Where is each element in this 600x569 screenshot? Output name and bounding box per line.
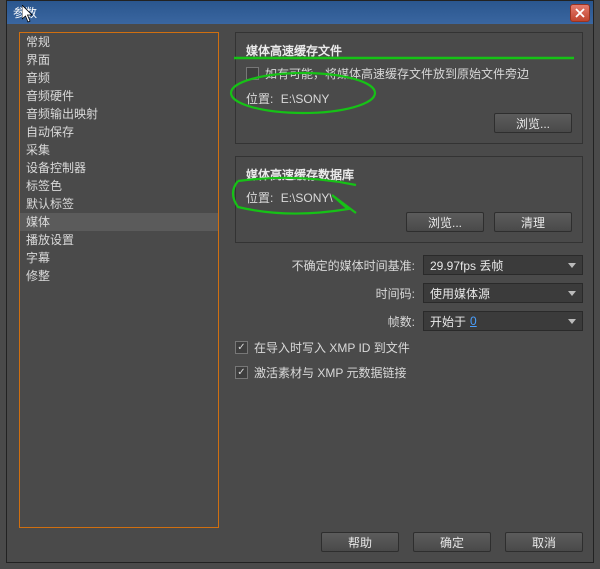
xmp-id-checkbox[interactable] — [235, 341, 248, 354]
sidebar-item-device-ctrl[interactable]: 设备控制器 — [20, 159, 218, 177]
sidebar-item-default-label[interactable]: 默认标签 — [20, 195, 218, 213]
close-icon — [575, 8, 585, 18]
frames-label: 帧数: — [388, 313, 415, 330]
xmp-link-checkbox[interactable] — [235, 366, 248, 379]
preferences-window: 参数 常规 界面 音频 音频硬件 音频输出映射 自动保存 采集 设备控制器 标签… — [6, 0, 594, 563]
dialog-body: 常规 界面 音频 音频硬件 音频输出映射 自动保存 采集 设备控制器 标签色 默… — [11, 28, 589, 558]
cache-files-location-value: E:\SONY — [281, 92, 330, 106]
window-title: 参数 — [13, 4, 570, 21]
timecode-label: 时间码: — [376, 285, 415, 302]
sidebar-item-trim[interactable]: 修整 — [20, 267, 218, 285]
sidebar-item-label-colors[interactable]: 标签色 — [20, 177, 218, 195]
cache-db-clean-button[interactable]: 清理 — [494, 212, 572, 232]
timebase-select[interactable]: 29.97fps 丢帧 — [423, 255, 583, 275]
cache-db-title: 媒体高速缓存数据库 — [246, 166, 572, 183]
sidebar-item-audio-out[interactable]: 音频输出映射 — [20, 105, 218, 123]
xmp-link-label: 激活素材与 XMP 元数据链接 — [254, 364, 406, 381]
sidebar-item-titles[interactable]: 字幕 — [20, 249, 218, 267]
main-panel: 媒体高速缓存文件 如有可能，将媒体高速缓存文件放到原始文件旁边 位置: E:\S… — [235, 32, 583, 516]
frames-select[interactable]: 开始于 0 — [423, 311, 583, 331]
cache-files-browse-button[interactable]: 浏览... — [494, 113, 572, 133]
sidebar-item-audio[interactable]: 音频 — [20, 69, 218, 87]
sidebar-item-media[interactable]: 媒体 — [20, 213, 218, 231]
titlebar[interactable]: 参数 — [7, 1, 593, 24]
cancel-button[interactable]: 取消 — [505, 532, 583, 552]
help-button[interactable]: 帮助 — [321, 532, 399, 552]
xmp-id-label: 在导入时写入 XMP ID 到文件 — [254, 339, 410, 356]
cache-files-location-label: 位置: — [246, 92, 273, 106]
cache-colocate-label: 如有可能，将媒体高速缓存文件放到原始文件旁边 — [265, 65, 529, 82]
sidebar-item-capture[interactable]: 采集 — [20, 141, 218, 159]
ok-button[interactable]: 确定 — [413, 532, 491, 552]
cache-db-location-value: E:\SONY\ — [281, 191, 333, 205]
cache-colocate-checkbox[interactable] — [246, 67, 259, 80]
timecode-select[interactable]: 使用媒体源 — [423, 283, 583, 303]
dialog-footer: 帮助 确定 取消 — [11, 532, 583, 552]
sidebar-item-general[interactable]: 常规 — [20, 33, 218, 51]
sidebar-item-autosave[interactable]: 自动保存 — [20, 123, 218, 141]
cache-files-group: 媒体高速缓存文件 如有可能，将媒体高速缓存文件放到原始文件旁边 位置: E:\S… — [235, 32, 583, 144]
close-button[interactable] — [570, 4, 590, 22]
cache-files-title: 媒体高速缓存文件 — [246, 42, 572, 59]
frames-start-value[interactable]: 0 — [470, 314, 477, 328]
cache-db-group: 媒体高速缓存数据库 位置: E:\SONY\ 浏览... 清理 — [235, 156, 583, 243]
category-sidebar: 常规 界面 音频 音频硬件 音频输出映射 自动保存 采集 设备控制器 标签色 默… — [19, 32, 219, 528]
cache-db-location-label: 位置: — [246, 191, 273, 205]
sidebar-item-interface[interactable]: 界面 — [20, 51, 218, 69]
timebase-label: 不确定的媒体时间基准: — [292, 257, 415, 274]
sidebar-item-audio-hw[interactable]: 音频硬件 — [20, 87, 218, 105]
cache-db-browse-button[interactable]: 浏览... — [406, 212, 484, 232]
sidebar-item-playback[interactable]: 播放设置 — [20, 231, 218, 249]
